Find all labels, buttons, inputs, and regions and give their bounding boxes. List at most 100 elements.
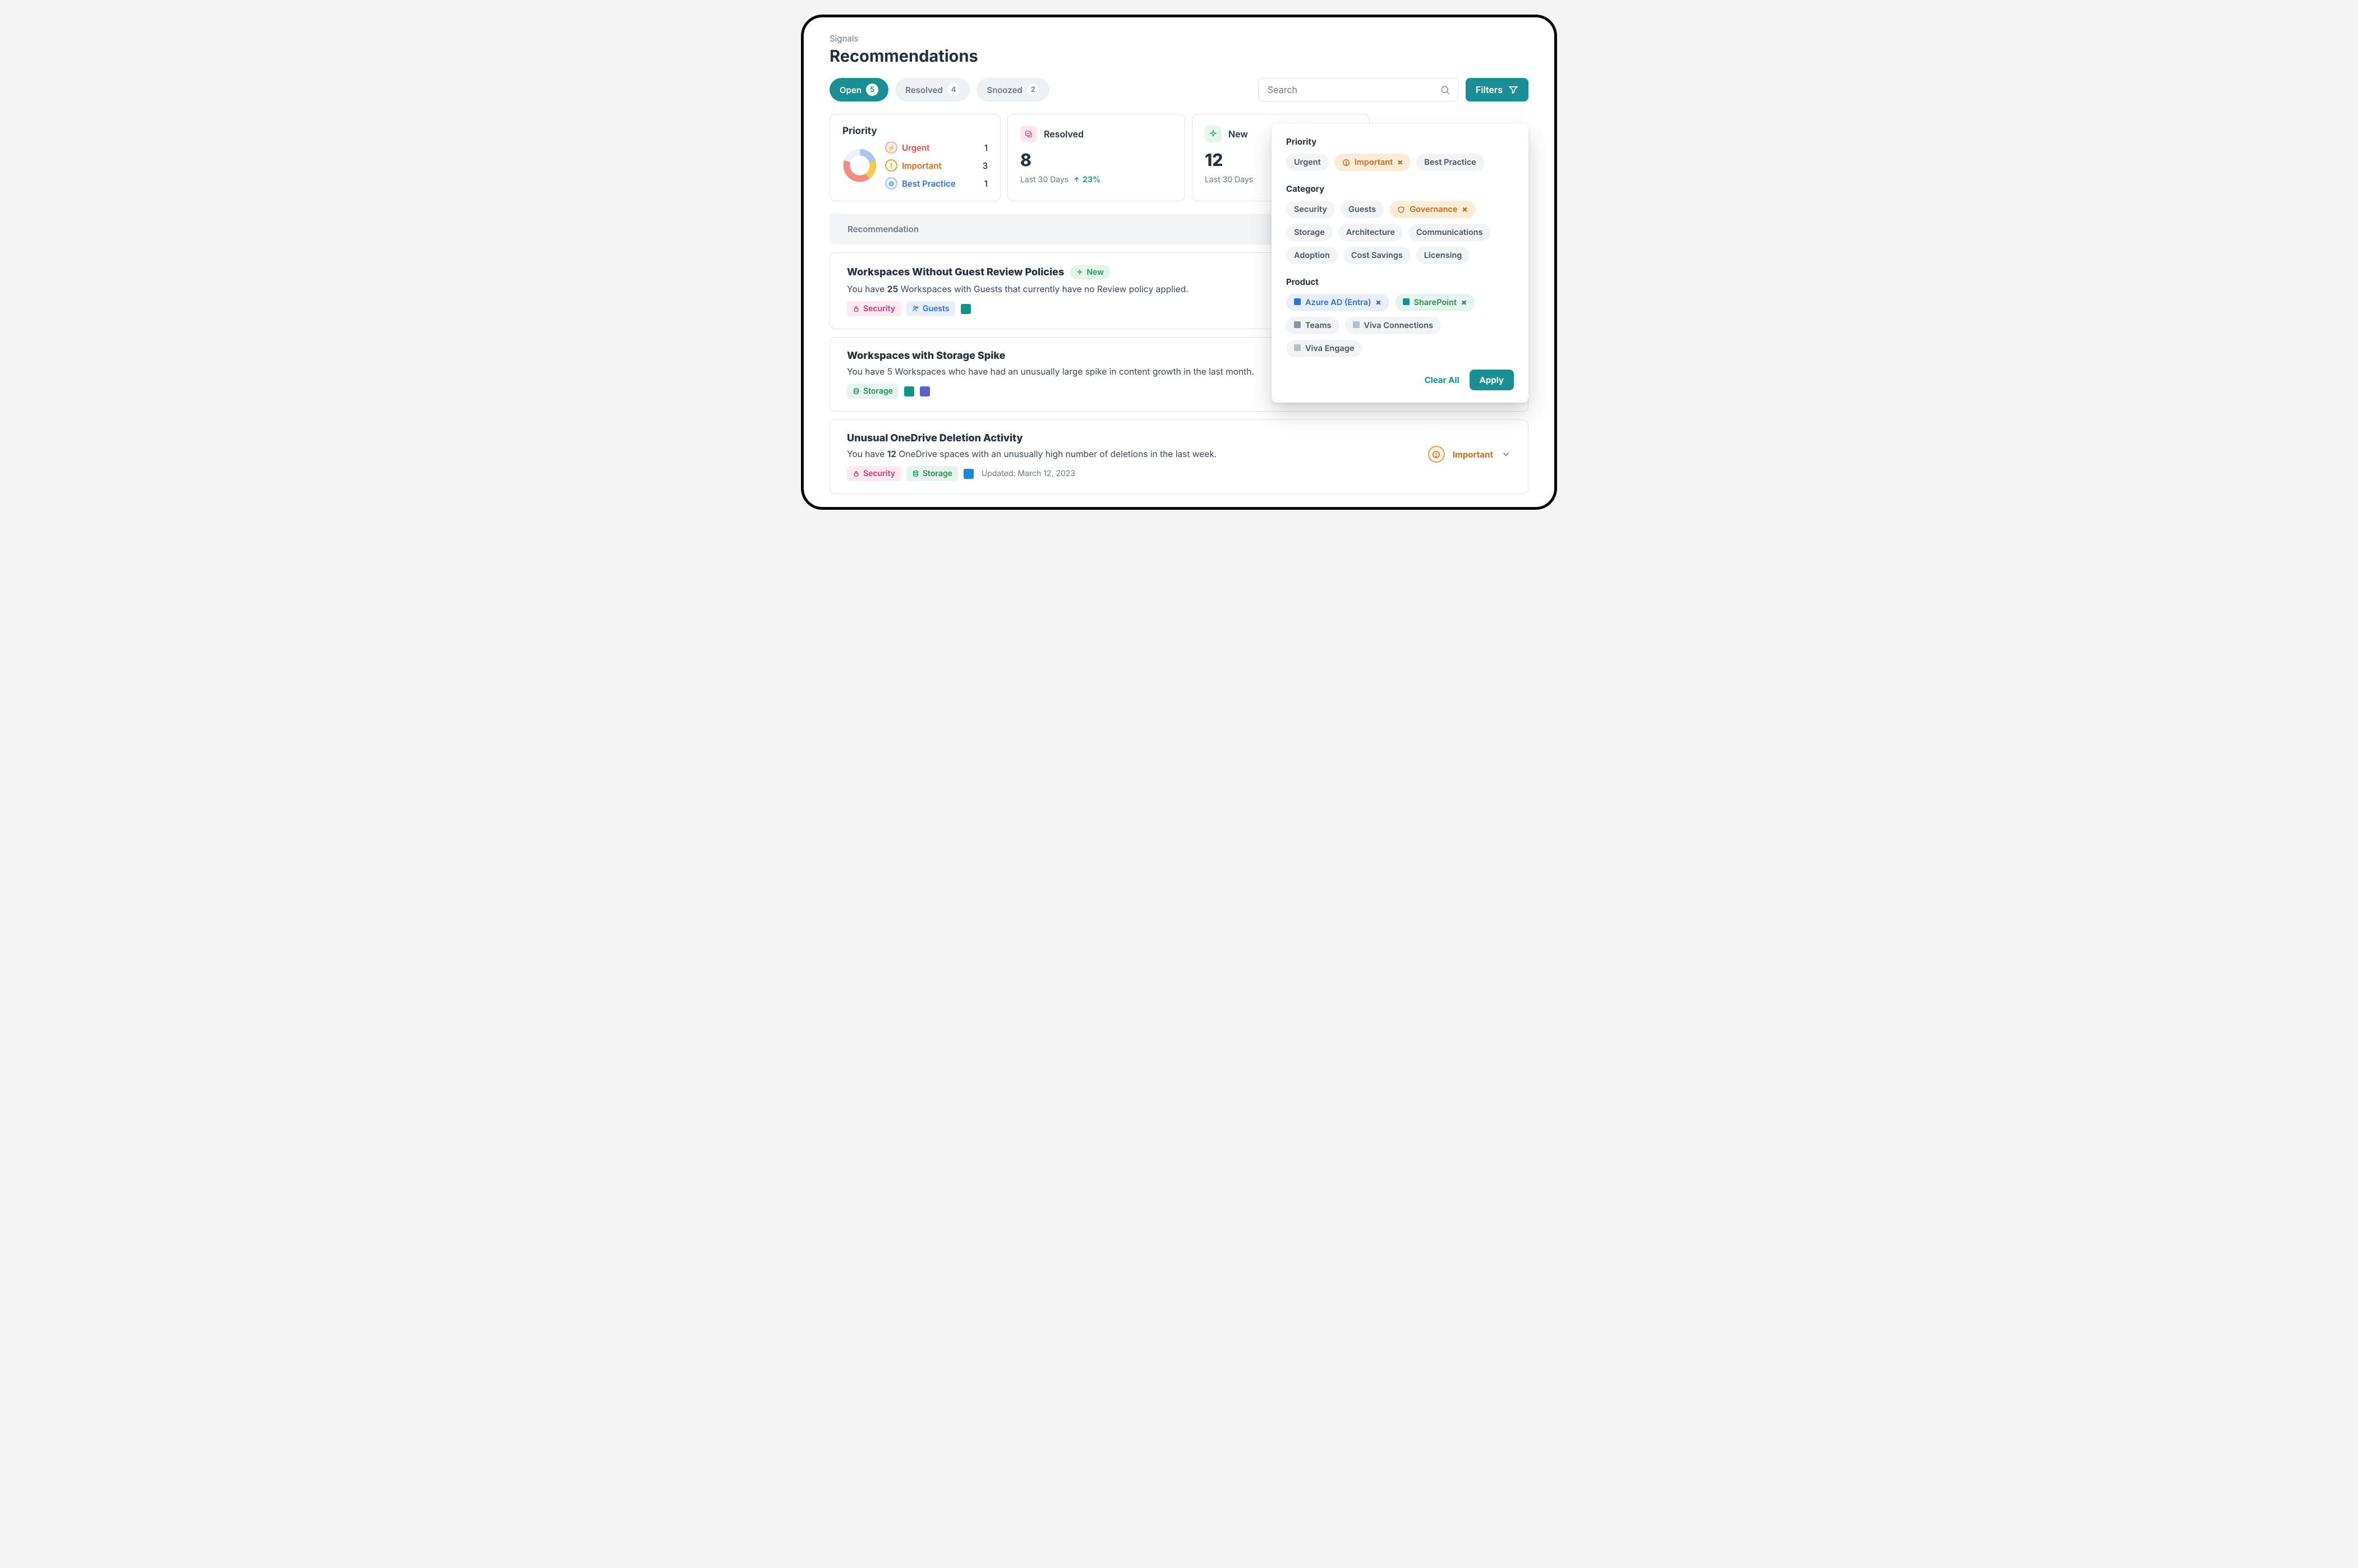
- recommendation-title: Workspaces with Storage Spike: [847, 350, 1005, 362]
- onedrive-icon: [964, 469, 974, 479]
- chip-security[interactable]: Security: [847, 301, 901, 316]
- filters-button-label: Filters: [1476, 84, 1503, 95]
- filter-chip-label: Azure AD (Entra): [1305, 298, 1371, 307]
- filter-chip-label: Storage: [1294, 228, 1325, 237]
- shield-icon: [1397, 206, 1405, 214]
- search-input-wrapper[interactable]: [1258, 78, 1459, 102]
- sharepoint-icon: [904, 386, 914, 396]
- recommendation-title: Workspaces Without Guest Review Policies: [847, 266, 1064, 278]
- priority-row: ! Important 3: [885, 159, 988, 172]
- filter-chip-label: Teams: [1305, 321, 1332, 330]
- alert-icon: [1428, 446, 1445, 463]
- resolved-label: Resolved: [1044, 128, 1084, 140]
- filter-chip-guests[interactable]: Guests: [1341, 201, 1384, 218]
- priority-label: Best Practice: [902, 178, 980, 189]
- filter-chip-viva-engage[interactable]: Viva Engage: [1286, 340, 1362, 357]
- priority-count: 1: [984, 142, 988, 153]
- security-icon: [853, 305, 860, 312]
- priority-count: 3: [983, 160, 988, 171]
- filter-chip-architecture[interactable]: Architecture: [1338, 224, 1403, 241]
- teams-icon: [920, 386, 930, 396]
- apply-button[interactable]: Apply: [1470, 370, 1514, 390]
- arrow-up-icon: [1073, 176, 1080, 183]
- filter-chip-storage[interactable]: Storage: [1286, 224, 1333, 241]
- storage-icon: [853, 388, 860, 395]
- filter-chip-teams[interactable]: Teams: [1286, 317, 1339, 334]
- filter-chip-label: Governance: [1410, 205, 1457, 214]
- device-frame: Signals Recommendations Open5Resolved4Sn…: [803, 17, 1555, 508]
- filter-chip-label: Adoption: [1294, 251, 1330, 260]
- filter-chip-azure-ad-entra-[interactable]: Azure AD (Entra) ×: [1286, 294, 1389, 311]
- search-icon: [1440, 85, 1450, 95]
- priority-donut-chart: [842, 148, 877, 183]
- tab-count: 5: [866, 84, 878, 96]
- filter-chip-best-practice[interactable]: Best Practice: [1416, 154, 1484, 171]
- priority-ring-icon: ⚡: [885, 141, 897, 154]
- resolved-card: Resolved 8 Last 30 Days 23%: [1007, 114, 1185, 201]
- security-icon: [853, 470, 860, 477]
- chip-guests[interactable]: Guests: [906, 301, 955, 316]
- chip-storage[interactable]: Storage: [847, 384, 899, 399]
- filter-group-title: Category: [1286, 183, 1514, 194]
- filter-chip-communications[interactable]: Communications: [1408, 224, 1491, 241]
- filter-chip-important[interactable]: Important×: [1334, 154, 1411, 171]
- chevron-down-icon[interactable]: [1501, 449, 1511, 459]
- filter-chip-label: Guests: [1348, 205, 1376, 214]
- close-icon[interactable]: ×: [1376, 298, 1381, 307]
- new-label: New: [1228, 128, 1248, 140]
- viva-icon: [1353, 321, 1360, 330]
- filter-chip-label: Security: [1294, 205, 1327, 214]
- viva-icon: [1294, 344, 1301, 353]
- tab-label: Open: [840, 85, 862, 95]
- priority-row: ⚙ Best Practice 1: [885, 177, 988, 190]
- filter-chip-cost-savings[interactable]: Cost Savings: [1343, 247, 1411, 264]
- tab-resolved[interactable]: Resolved 4: [895, 78, 970, 102]
- page-title: Recommendations: [830, 46, 1528, 66]
- resolved-trend: 23%: [1073, 175, 1100, 185]
- tab-label: Resolved: [905, 85, 943, 95]
- storage-icon: [912, 470, 919, 477]
- priority-ring-icon: ⚙: [885, 177, 897, 190]
- filter-chip-label: Communications: [1416, 228, 1483, 237]
- priority-row: ⚡ Urgent 1: [885, 141, 988, 154]
- chip-security[interactable]: Security: [847, 466, 901, 481]
- filter-chip-label: Best Practice: [1424, 158, 1476, 167]
- status-tabs: Open 5 Resolved 4 Snoozed2: [830, 78, 1049, 102]
- priority-label: Important: [902, 160, 978, 171]
- close-icon[interactable]: ×: [1462, 205, 1467, 214]
- filter-chip-security[interactable]: Security: [1286, 201, 1335, 218]
- filter-chip-licensing[interactable]: Licensing: [1416, 247, 1470, 264]
- sharepoint-icon: [961, 304, 971, 314]
- priority-count: 1: [984, 178, 988, 189]
- filter-chip-viva-connections[interactable]: Viva Connections: [1345, 317, 1441, 334]
- filter-chip-adoption[interactable]: Adoption: [1286, 247, 1338, 264]
- priority-badge-label: Important: [1453, 449, 1493, 460]
- tab-count: 4: [947, 84, 960, 96]
- filters-button[interactable]: Filters: [1466, 78, 1528, 102]
- recommendation-row[interactable]: Unusual OneDrive Deletion Activity You h…: [830, 419, 1528, 494]
- filter-chip-governance[interactable]: Governance ×: [1389, 201, 1475, 218]
- filter-chip-sharepoint[interactable]: SharePoint ×: [1395, 294, 1475, 311]
- tab-count: 2: [1027, 84, 1039, 96]
- filter-chip-label: Cost Savings: [1351, 251, 1403, 260]
- filter-chip-label: Licensing: [1424, 251, 1462, 260]
- resolved-sub: Last 30 Days: [1020, 175, 1069, 185]
- close-icon[interactable]: ×: [1461, 298, 1467, 307]
- new-badge: New: [1070, 265, 1111, 279]
- guests-icon: [912, 305, 919, 312]
- filter-chip-label: Viva Engage: [1305, 344, 1354, 353]
- close-icon[interactable]: ×: [1397, 158, 1403, 167]
- clear-all-button[interactable]: Clear All: [1425, 375, 1459, 385]
- filter-chip-label: SharePoint: [1414, 298, 1457, 307]
- teams-icon: [1294, 321, 1301, 330]
- search-input[interactable]: [1266, 84, 1440, 96]
- filters-panel: PriorityUrgentImportant×Best PracticeCat…: [1272, 124, 1528, 403]
- resolved-icon: [1020, 126, 1037, 142]
- recommendation-desc: You have 12 OneDrive spaces with an unus…: [847, 449, 1417, 459]
- chip-storage[interactable]: Storage: [906, 466, 958, 481]
- sharepoint-icon: [1403, 298, 1410, 307]
- recommendation-title: Unusual OneDrive Deletion Activity: [847, 432, 1023, 444]
- filter-chip-urgent[interactable]: Urgent: [1286, 154, 1329, 171]
- tab-open[interactable]: Open 5: [830, 78, 888, 102]
- tab-snoozed[interactable]: Snoozed2: [977, 78, 1049, 102]
